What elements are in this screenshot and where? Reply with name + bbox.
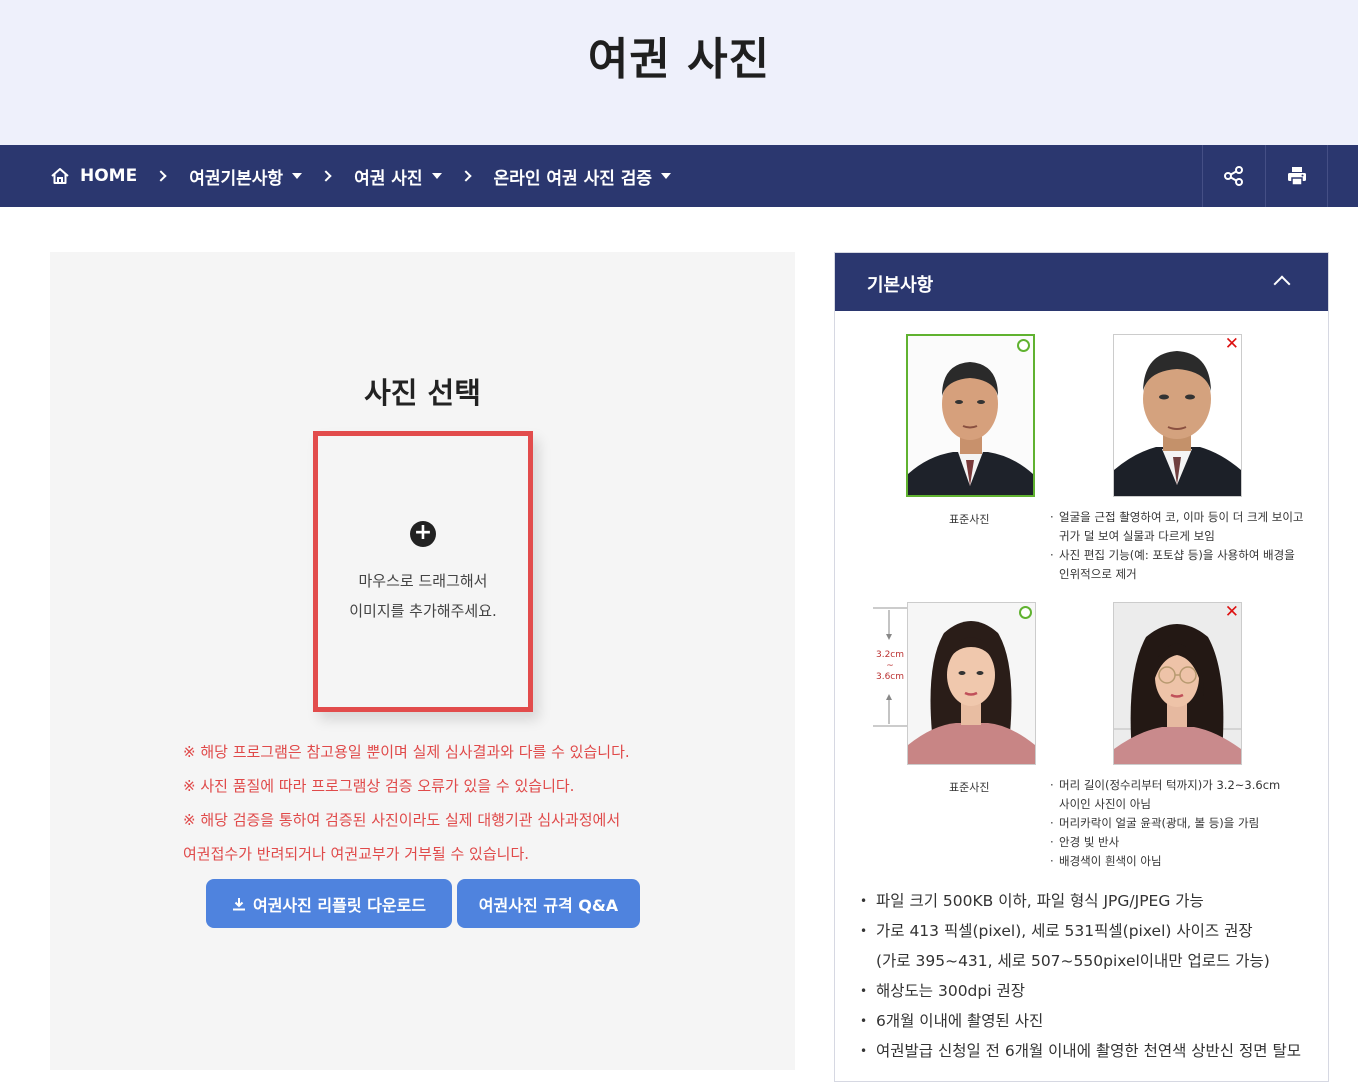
upload-panel: 사진 선택 + 마우스로 드래그해서 이미지를 추가해주세요. ※ 해당 프로그…	[50, 252, 795, 1070]
requirement-item: 여권발급 신청일 전 6개월 이내에 촬영한 천연색 상반신 정면 탈모	[858, 1036, 1328, 1066]
note-item: 사진 편집 기능(예: 포토샵 등)을 사용하여 배경을인위적으로 제거	[1050, 546, 1320, 584]
photo-spec-qa-button[interactable]: 여권사진 규격 Q&A	[457, 879, 640, 928]
note-item: 얼굴을 근접 촬영하여 코, 이마 등이 더 크게 보이고귀가 덜 보여 실물과…	[1050, 508, 1320, 546]
notice-line: ※ 해당 검증을 통하여 검증된 사진이라도 실제 대행기관 심사과정에서	[183, 811, 621, 829]
home-icon	[51, 168, 69, 184]
example1-notes: 얼굴을 근접 촬영하여 코, 이마 등이 더 크게 보이고귀가 덜 보여 실물과…	[1050, 508, 1320, 584]
breadcrumb-bar: HOME 여권기본사항 여권 사진 온라인 여권 사진 검증	[0, 145, 1358, 207]
caret-down-icon	[661, 173, 672, 179]
notice-list: ※ 해당 프로그램은 참고용일 뿐이며 실제 심사결과와 다를 수 있습니다. …	[183, 735, 743, 871]
breadcrumb-label: 여권기본사항	[189, 168, 284, 189]
basics-panel: 기본사항 표준사진 ✕ · 얼굴을 근접 촬영하여 코, 이마 등이 더 크게 …	[834, 252, 1329, 1082]
dropzone-instructions: 마우스로 드래그해서 이미지를 추가해주세요.	[318, 566, 528, 626]
page-header: 여권 사진	[0, 0, 1358, 145]
share-button[interactable]	[1202, 145, 1265, 207]
measure-label: ~	[886, 661, 894, 671]
upload-heading: 사진 선택	[364, 376, 481, 410]
good-photo-example-female	[907, 602, 1036, 765]
note-item: 머리 길이(정수리부터 턱까지)가 3.2~3.6cm사이인 사진이 아님	[1050, 776, 1320, 814]
print-icon	[1287, 167, 1306, 186]
chevron-right-icon	[459, 170, 472, 182]
female-glasses-image	[1114, 603, 1241, 764]
female-portrait-image	[908, 603, 1035, 764]
caret-down-icon	[292, 173, 303, 179]
dropzone-text-line: 이미지를 추가해주세요.	[349, 602, 497, 620]
breadcrumb-passport-photo[interactable]: 여권 사진	[354, 164, 442, 189]
page-title: 여권 사진	[587, 33, 771, 85]
measure-label: 3.6cm	[875, 672, 905, 682]
download-icon	[232, 897, 245, 910]
breadcrumb-label: 여권 사진	[354, 168, 423, 189]
caret-down-icon	[431, 173, 442, 179]
download-leaflet-button[interactable]: 여권사진 리플릿 다운로드	[206, 879, 452, 928]
basics-panel-toggle[interactable]: 기본사항	[835, 253, 1328, 311]
example-caption: 표준사진	[949, 781, 990, 794]
requirement-item: 가로 413 픽셀(pixel), 세로 531픽셀(pixel) 사이즈 권장	[858, 916, 1328, 946]
photo-requirements-list: 파일 크기 500KB 이하, 파일 형식 JPG/JPEG 가능 가로 413…	[858, 886, 1328, 1066]
measure-label: 3.2cm	[875, 650, 905, 660]
example2-notes: 머리 길이(정수리부터 턱까지)가 3.2~3.6cm사이인 사진이 아님 머리…	[1050, 776, 1320, 871]
breadcrumb-label: 온라인 여권 사진 검증	[493, 168, 653, 189]
download-leaflet-label: 여권사진 리플릿 다운로드	[252, 895, 427, 915]
breadcrumb-home[interactable]: HOME	[50, 166, 137, 186]
notice-line: ※ 해당 프로그램은 참고용일 뿐이며 실제 심사결과와 다를 수 있습니다.	[183, 743, 630, 761]
requirement-item: 6개월 이내에 촬영된 사진	[858, 1006, 1328, 1036]
chevron-right-icon	[155, 170, 167, 182]
basics-panel-title: 기본사항	[867, 275, 934, 296]
requirement-item: 해상도는 300dpi 권장	[858, 976, 1328, 1006]
bad-photo-example-female: ✕	[1113, 602, 1242, 765]
good-photo-example	[906, 334, 1035, 497]
circle-mark-icon	[1019, 606, 1032, 619]
dropzone-text-line: 마우스로 드래그해서	[358, 572, 488, 590]
male-portrait-image	[908, 336, 1033, 495]
share-icon	[1224, 166, 1243, 186]
requirement-item-continued: (가로 395~431, 세로 507~550pixel이내만 업로드 가능)	[876, 952, 1270, 970]
x-mark-icon: ✕	[1224, 602, 1239, 622]
note-item: 배경색이 흰색이 아님	[1050, 852, 1320, 871]
notice-line: 여권접수가 반려되거나 여권교부가 거부될 수 있습니다.	[183, 845, 530, 863]
circle-mark-icon	[1017, 339, 1030, 352]
example-caption: 표준사진	[949, 513, 990, 526]
male-closeup-image	[1114, 335, 1241, 496]
chevron-up-icon	[1273, 275, 1291, 293]
notice-line: ※ 사진 품질에 따라 프로그램상 검증 오류가 있을 수 있습니다.	[183, 777, 575, 795]
photo-spec-qa-label: 여권사진 규격 Q&A	[478, 895, 619, 915]
bad-photo-example: ✕	[1113, 334, 1242, 497]
photo-dropzone[interactable]: + 마우스로 드래그해서 이미지를 추가해주세요.	[313, 431, 533, 712]
breadcrumb-passport-basics[interactable]: 여권기본사항	[189, 164, 303, 189]
breadcrumb-photo-check[interactable]: 온라인 여권 사진 검증	[494, 164, 672, 189]
note-item: 안경 빛 반사	[1050, 833, 1320, 852]
plus-circle-icon: +	[410, 521, 436, 547]
chevron-right-icon	[320, 170, 332, 182]
breadcrumb: HOME 여권기본사항 여권 사진 온라인 여권 사진 검증	[50, 145, 672, 207]
requirement-item: 파일 크기 500KB 이하, 파일 형식 JPG/JPEG 가능	[858, 886, 1328, 916]
note-item: 머리카락이 얼굴 윤곽(광대, 볼 등)을 가림	[1050, 814, 1320, 833]
x-mark-icon: ✕	[1224, 334, 1239, 354]
breadcrumb-home-label: HOME	[80, 166, 138, 186]
print-button[interactable]	[1265, 145, 1328, 207]
